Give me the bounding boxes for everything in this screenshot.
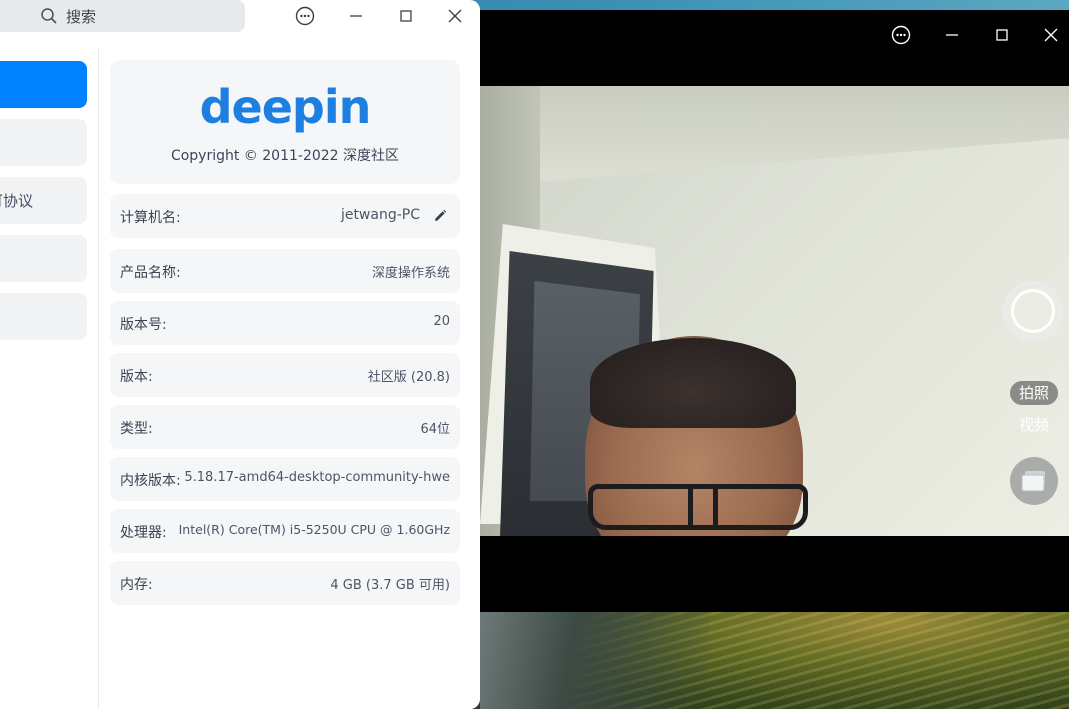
sidebar-item-2[interactable] xyxy=(0,119,87,166)
maximize-icon xyxy=(996,29,1008,41)
camera-titlebar xyxy=(470,10,1069,62)
info-label: 内存: xyxy=(120,577,153,593)
search-input[interactable]: 搜索 xyxy=(0,0,245,32)
camera-maximize-button[interactable] xyxy=(990,23,1014,47)
sidebar-item-1[interactable] xyxy=(0,61,87,108)
minimize-icon xyxy=(350,15,362,17)
cc-sidebar: 可协议 xyxy=(0,48,99,709)
camera-close-button[interactable] xyxy=(1039,23,1063,47)
cc-maximize-button[interactable] xyxy=(394,4,418,28)
search-placeholder: 搜索 xyxy=(66,7,97,26)
sidebar-item-5[interactable] xyxy=(0,293,87,340)
info-label: 处理器: xyxy=(120,525,167,541)
info-row-computer-name: 计算机名: jetwang-PC xyxy=(110,194,460,238)
info-label: 版本: xyxy=(120,369,153,385)
deepin-logo: deepin xyxy=(199,80,372,134)
control-center-titlebar: 搜索 xyxy=(0,0,480,40)
copyright-text: Copyright © 2011-2022 深度社区 xyxy=(170,148,400,164)
camera-preview xyxy=(480,86,1069,536)
info-row-memory: 内存: 4 GB (3.7 GB 可用) xyxy=(110,561,460,605)
info-row-version-number: 版本号: 20 xyxy=(110,301,460,345)
maximize-icon xyxy=(400,10,412,22)
info-label: 内核版本: xyxy=(120,473,181,489)
info-value: 64位 xyxy=(420,422,450,437)
info-label: 计算机名: xyxy=(120,210,181,226)
shutter-icon xyxy=(1011,289,1055,333)
info-row-processor: 处理器: Intel(R) Core(TM) i5-5250U CPU @ 1.… xyxy=(110,509,460,553)
sidebar-item-label: 可协议 xyxy=(0,192,34,210)
cc-menu-button[interactable] xyxy=(293,4,317,28)
info-value: 5.18.17-amd64-desktop-community-hwe xyxy=(184,470,450,485)
close-icon xyxy=(448,9,462,23)
info-value: 深度操作系统 xyxy=(371,266,450,281)
info-label: 产品名称: xyxy=(120,265,181,281)
info-value: 4 GB (3.7 GB 可用) xyxy=(330,578,450,593)
photo-mode-button[interactable]: 拍照 xyxy=(1010,381,1058,405)
info-label: 类型: xyxy=(120,421,153,437)
more-icon xyxy=(295,6,315,26)
close-icon xyxy=(1044,28,1058,42)
control-center-window: 搜索 可协议 xyxy=(0,0,480,709)
search-icon xyxy=(41,8,57,24)
info-row-product-name: 产品名称: 深度操作系统 xyxy=(110,249,460,293)
cc-close-button[interactable] xyxy=(443,4,467,28)
info-value: 20 xyxy=(433,314,450,329)
info-value: jetwang-PC xyxy=(340,207,420,223)
info-label: 版本号: xyxy=(120,317,167,333)
info-row-edition: 版本: 社区版 (20.8) xyxy=(110,353,460,397)
gallery-button[interactable] xyxy=(1010,457,1058,505)
info-value: Intel(R) Core(TM) i5-5250U CPU @ 1.60GHz xyxy=(178,522,450,537)
camera-minimize-button[interactable] xyxy=(940,23,964,47)
camera-menu-button[interactable] xyxy=(889,23,913,47)
shutter-button[interactable] xyxy=(1003,281,1063,341)
sidebar-item-4[interactable] xyxy=(0,235,87,282)
info-row-kernel: 内核版本: 5.18.17-amd64-desktop-community-hw… xyxy=(110,457,460,501)
sidebar-item-agreement[interactable]: 可协议 xyxy=(0,177,87,224)
edit-icon[interactable] xyxy=(432,208,448,224)
about-logo-card: deepin Copyright © 2011-2022 深度社区 xyxy=(110,60,460,184)
gallery-icon xyxy=(1021,471,1045,492)
minimize-icon xyxy=(946,34,958,36)
info-value: 社区版 (20.8) xyxy=(367,370,450,385)
more-icon xyxy=(891,25,911,45)
desktop-wallpaper xyxy=(480,600,1069,709)
info-row-type: 类型: 64位 xyxy=(110,405,460,449)
camera-window: 拍照 视频 xyxy=(470,10,1069,612)
video-mode-button[interactable]: 视频 xyxy=(1010,413,1058,437)
cc-minimize-button[interactable] xyxy=(344,4,368,28)
